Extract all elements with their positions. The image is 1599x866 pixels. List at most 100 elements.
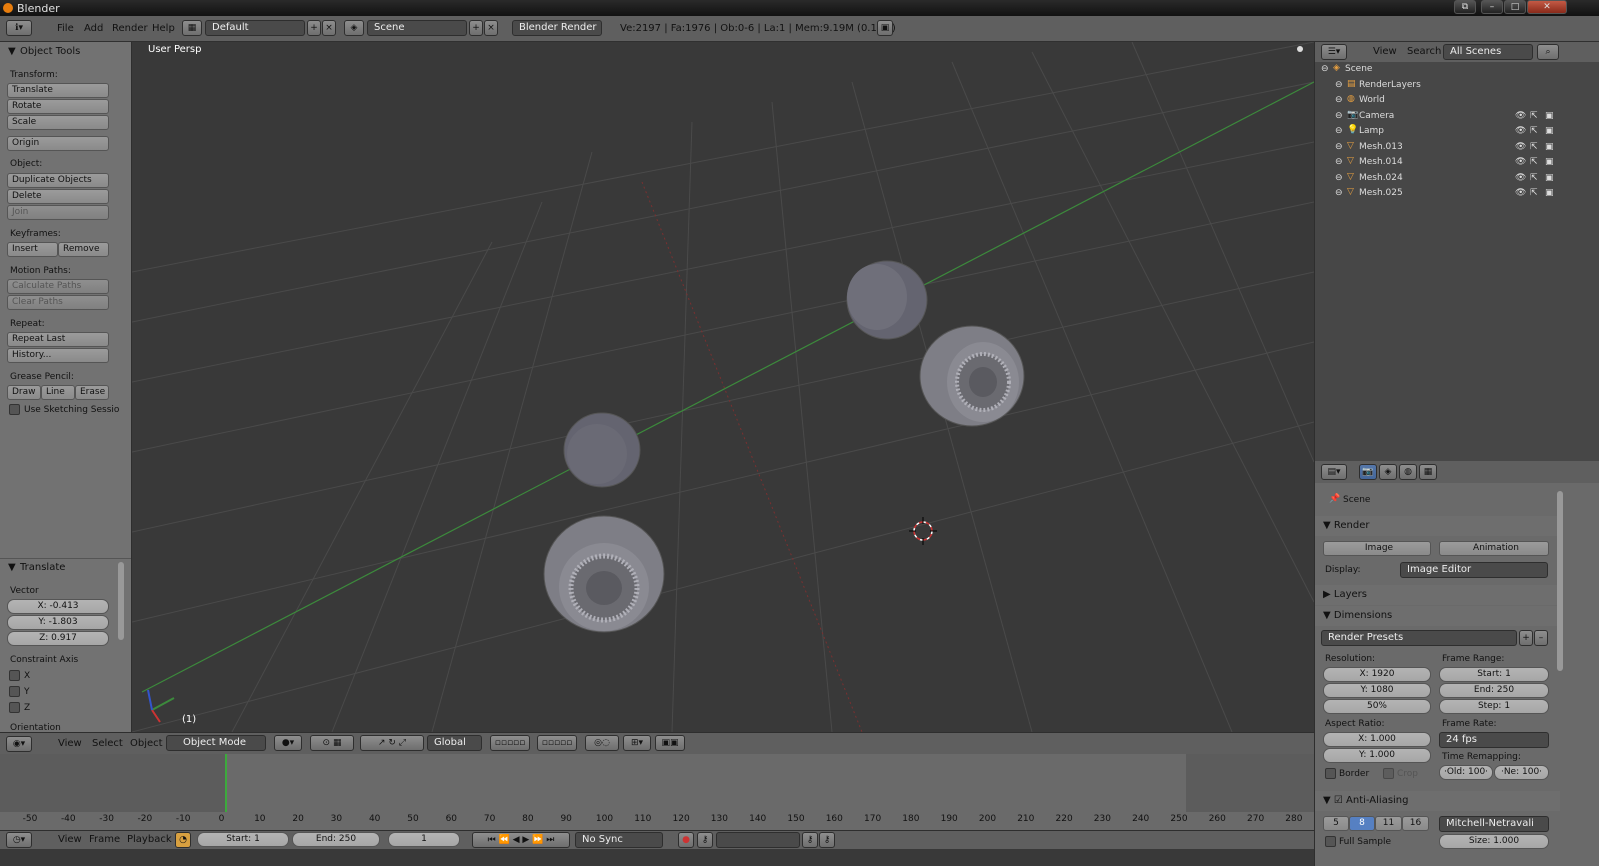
expand-icon[interactable]: ⊖ — [1335, 126, 1343, 136]
current-frame-line[interactable] — [225, 754, 227, 814]
display-select[interactable]: Image Editor — [1400, 562, 1548, 578]
menu-search[interactable]: Search — [1407, 46, 1441, 57]
calculate-paths-button[interactable]: Calculate Paths — [7, 279, 109, 294]
sync-select[interactable]: No Sync — [575, 832, 663, 848]
scale-button[interactable]: Scale — [7, 115, 109, 130]
pin-icon[interactable]: 📌 — [1329, 494, 1340, 504]
erase-button[interactable]: Erase — [75, 385, 109, 400]
close-button[interactable]: ✕ — [1527, 0, 1567, 14]
frame-end-field[interactable]: End: 250 — [1439, 683, 1549, 698]
join-button[interactable]: Join — [7, 205, 109, 220]
selectable-cursor-icon[interactable]: ⇱ — [1530, 188, 1538, 198]
aa-samples-16[interactable]: 16 — [1402, 816, 1429, 831]
transform-orientation-select[interactable]: Global — [427, 735, 482, 751]
render-camera-icon[interactable]: ▣ — [1545, 157, 1554, 167]
menu-help[interactable]: Help — [152, 23, 175, 34]
expand-icon[interactable]: ⊖ — [1335, 80, 1343, 90]
aa-checkbox[interactable]: ☑ — [1334, 795, 1343, 806]
record-icon[interactable]: ● — [678, 832, 694, 848]
constraint-z-checkbox[interactable] — [9, 702, 20, 713]
3d-viewport[interactable]: User Persp (1) — [132, 42, 1314, 732]
preview-range-icon[interactable]: ◔ — [175, 832, 191, 848]
translate-button[interactable]: Translate — [7, 83, 109, 98]
add-layout-icon[interactable]: + — [307, 20, 321, 36]
world-tab-icon[interactable]: ◍ — [1399, 464, 1417, 480]
viewport-shading-icon[interactable]: ●▾ — [274, 735, 302, 751]
end-frame-field[interactable]: End: 250 — [292, 832, 380, 847]
aa-samples-8[interactable]: 8 — [1349, 816, 1375, 831]
properties-scrollbar[interactable] — [1557, 491, 1563, 671]
current-frame-field[interactable]: 1 — [388, 832, 460, 847]
vector-y-field[interactable]: Y: -1.803 — [7, 615, 109, 630]
aspect-y-field[interactable]: Y: 1.000 — [1323, 748, 1431, 763]
editor-type-info-icon[interactable]: ℹ▾ — [6, 20, 32, 36]
dimensions-panel-header[interactable]: ▼ Dimensions — [1315, 606, 1560, 626]
render-camera-icon[interactable]: ▣ — [1545, 188, 1554, 198]
sketching-session-checkbox[interactable] — [9, 404, 20, 415]
timeline[interactable]: -50 -40 -30 -20 -10 0 10 20 30 40 50 60 70 80 90 100 110… — [0, 754, 1314, 830]
vector-z-field[interactable]: Z: 0.917 — [7, 631, 109, 646]
collapse-triangle-icon[interactable]: ▼ — [8, 46, 16, 57]
rotate-button[interactable]: Rotate — [7, 99, 109, 114]
render-image-button[interactable]: Image — [1323, 541, 1431, 556]
remove-scene-icon[interactable]: × — [484, 20, 498, 36]
layers-panel-header[interactable]: ▶ Layers — [1315, 585, 1560, 605]
display-mode-select[interactable]: All Scenes — [1443, 44, 1533, 60]
viewport-corner-icon[interactable] — [1297, 46, 1303, 52]
mesh-014[interactable] — [919, 325, 1025, 427]
aa-filter-select[interactable]: Mitchell-Netravali — [1439, 816, 1549, 832]
selectable-cursor-icon[interactable]: ⇱ — [1530, 142, 1538, 152]
texture-tab-icon[interactable]: ▦ — [1419, 464, 1437, 480]
visibility-eye-icon[interactable]: 👁 — [1515, 157, 1526, 167]
proportional-edit-icon[interactable]: ◎◌ — [585, 735, 619, 751]
remove-layout-icon[interactable]: × — [322, 20, 336, 36]
editor-type-properties-icon[interactable]: ▤▾ — [1321, 464, 1347, 480]
selectable-cursor-icon[interactable]: ⇱ — [1530, 173, 1538, 183]
keying-icon[interactable]: ⚷ — [697, 832, 713, 848]
menu-add[interactable]: Add — [84, 23, 103, 34]
aa-samples-5[interactable]: 5 — [1323, 816, 1349, 831]
render-animation-button[interactable]: Animation — [1439, 541, 1549, 556]
menu-playback[interactable]: Playback — [127, 834, 172, 845]
tool-shelf-scrollbar[interactable] — [118, 562, 124, 640]
frame-start-field[interactable]: Start: 1 — [1439, 667, 1549, 682]
expand-icon[interactable]: ⊖ — [1335, 188, 1343, 198]
constraint-y-checkbox[interactable] — [9, 686, 20, 697]
editor-type-outliner-icon[interactable]: ☰▾ — [1321, 44, 1347, 60]
expand-icon[interactable]: ⊖ — [1335, 173, 1343, 183]
outliner-item[interactable]: ⊖ 💡 Lamp 👁 ⇱ ▣ — [1315, 125, 1599, 140]
visibility-eye-icon[interactable]: 👁 — [1515, 188, 1526, 198]
visibility-eye-icon[interactable]: 👁 — [1515, 111, 1526, 121]
editor-type-3d-icon[interactable]: ◉▾ — [6, 736, 32, 752]
visibility-eye-icon[interactable]: 👁 — [1515, 173, 1526, 183]
expand-icon[interactable]: ⊖ — [1321, 64, 1329, 74]
visibility-eye-icon[interactable]: 👁 — [1515, 126, 1526, 136]
clear-paths-button[interactable]: Clear Paths — [7, 295, 109, 310]
frame-step-field[interactable]: Step: 1 — [1439, 699, 1549, 714]
editor-type-timeline-icon[interactable]: ◷▾ — [6, 832, 32, 848]
time-remap-new-field[interactable]: ·Ne: 100· — [1494, 765, 1549, 780]
outliner-item[interactable]: ⊖ ▤ RenderLayers — [1315, 79, 1599, 94]
menu-frame[interactable]: Frame — [89, 834, 120, 845]
remove-keyframe-button[interactable]: Remove — [58, 242, 109, 257]
remove-preset-icon[interactable]: – — [1534, 630, 1548, 646]
render-tab-icon[interactable]: 📷 — [1359, 464, 1377, 480]
menu-view[interactable]: View — [58, 834, 82, 845]
selectable-cursor-icon[interactable]: ⇱ — [1530, 157, 1538, 167]
layout-field[interactable]: Default — [205, 20, 305, 36]
add-preset-icon[interactable]: + — [1519, 630, 1533, 646]
search-icon[interactable]: ⌕ — [1537, 44, 1559, 60]
outliner[interactable]: ☰▾ View Search All Scenes ⌕ ⊖ ◈ Scene ⊖ ▤ Ren… — [1314, 42, 1599, 461]
anti-aliasing-panel-header[interactable]: ▼ ☑ Anti-Aliasing — [1315, 791, 1560, 811]
duplicate-objects-button[interactable]: Duplicate Objects — [7, 173, 109, 188]
insert-key-icon[interactable]: ⚷ — [802, 832, 818, 848]
fullscreen-icon[interactable]: ▣ — [877, 20, 893, 36]
minimize-button[interactable]: – — [1481, 0, 1503, 14]
keying-set-field[interactable] — [716, 832, 800, 848]
time-remap-old-field[interactable]: ·Old: 100· — [1439, 765, 1493, 780]
render-presets-select[interactable]: Render Presets — [1321, 630, 1517, 646]
full-sample-checkbox[interactable] — [1325, 836, 1336, 847]
maximize-button[interactable]: □ — [1504, 0, 1526, 14]
add-scene-icon[interactable]: + — [469, 20, 483, 36]
outliner-item[interactable]: ⊖ 📷 Camera 👁 ⇱ ▣ — [1315, 110, 1599, 125]
